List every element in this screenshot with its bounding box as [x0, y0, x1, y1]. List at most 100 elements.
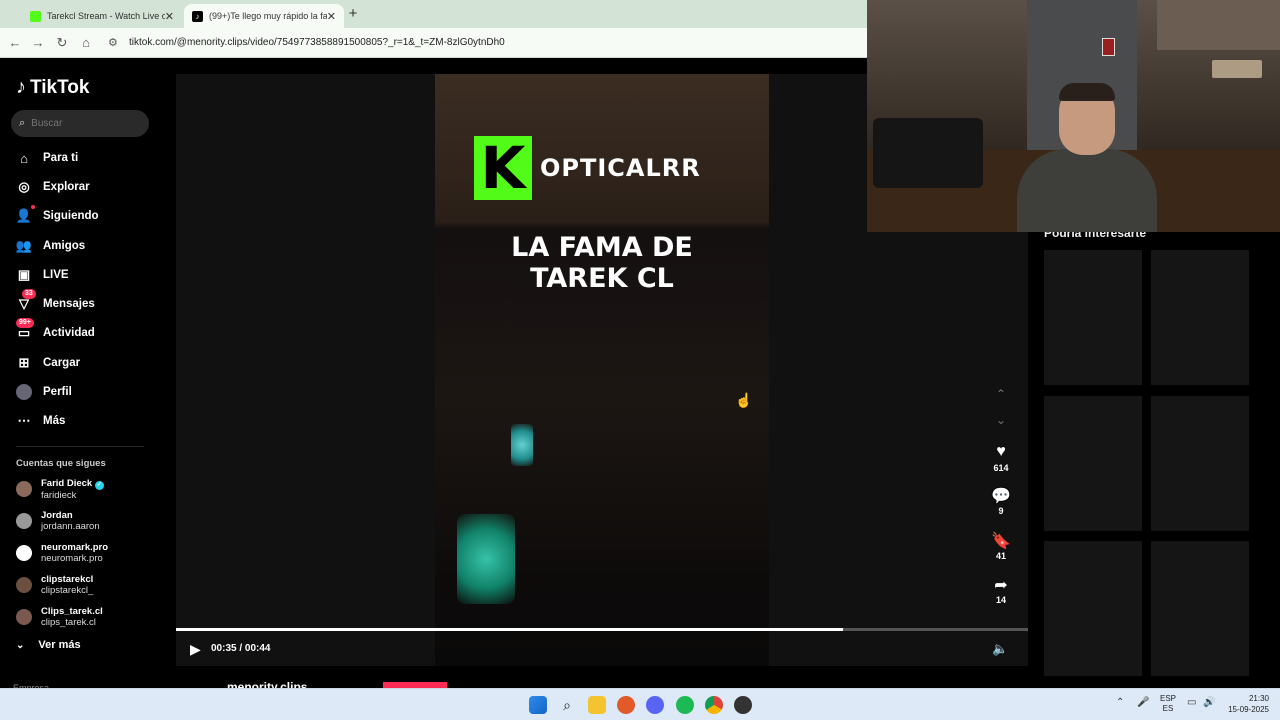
- progress-fill: [176, 628, 844, 631]
- recommendation-thumbnail[interactable]: [1151, 250, 1249, 385]
- brave-browser-icon[interactable]: [617, 696, 635, 714]
- browser-tab-kick[interactable]: Tarekcl Stream - Watch Live on ✕: [22, 4, 182, 28]
- close-tab-icon[interactable]: ✕: [327, 10, 336, 23]
- nav-live[interactable]: ▣ LIVE: [16, 264, 69, 286]
- nav-messages[interactable]: ▽ 33 Mensajes: [16, 289, 95, 315]
- sidebar-divider: [16, 446, 144, 447]
- wall-frame: [1102, 38, 1115, 56]
- address-bar: ← → ↻ ⌂ ⚙ tiktok.com/@menority.clips/vid…: [0, 28, 867, 58]
- video-frame[interactable]: K OPTICALRR LA FAMA DE TAREK CL ☝: [435, 74, 769, 666]
- search-icon[interactable]: ⌕: [558, 696, 576, 714]
- tiktok-logo[interactable]: ♪ TikTok: [16, 76, 89, 99]
- recommendation-thumbnail[interactable]: [1044, 396, 1142, 531]
- browser-tab-bar: Tarekcl Stream - Watch Live on ✕ ♪ (99+)…: [0, 0, 867, 28]
- home-icon[interactable]: ⌂: [78, 35, 94, 50]
- nav-following[interactable]: 👤 Siguiendo: [16, 205, 99, 227]
- comment-button[interactable]: 💬 9: [987, 486, 1015, 516]
- spotify-icon[interactable]: [676, 696, 694, 714]
- volume-icon[interactable]: 🔈: [992, 641, 1008, 657]
- recommendation-thumbnail[interactable]: [1044, 541, 1142, 676]
- friends-icon: 👥: [15, 238, 33, 253]
- browser-tab-tiktok[interactable]: ♪ (99+)Te llego muy rápido la fam ✕: [184, 4, 344, 28]
- more-icon: ⋯: [17, 413, 31, 428]
- avatar: [16, 513, 32, 529]
- compass-icon: ◎: [18, 179, 30, 194]
- avatar: [16, 481, 32, 497]
- forward-icon[interactable]: →: [30, 35, 46, 50]
- nav-label: Más: [43, 415, 66, 427]
- nav-more[interactable]: ⋯ Más: [16, 410, 66, 432]
- following-account[interactable]: Clips_tarek.cl clips_tarek.cl: [16, 604, 103, 630]
- reload-icon[interactable]: ↻: [54, 35, 70, 51]
- verified-icon: ✓: [94, 480, 104, 490]
- close-tab-icon[interactable]: ✕: [165, 10, 174, 23]
- url-field[interactable]: tiktok.com/@menority.clips/video/7549773…: [129, 37, 505, 48]
- language-indicator[interactable]: ESP ES: [1160, 694, 1176, 714]
- save-count: 41: [995, 551, 1006, 561]
- following-account[interactable]: clipstarekcl clipstarekcl_: [16, 572, 93, 598]
- play-icon[interactable]: ▶: [190, 641, 204, 657]
- nav-friends[interactable]: 👥 Amigos: [16, 235, 85, 257]
- nav-label: Para ti: [43, 152, 79, 164]
- share-icon: ➦: [994, 577, 1008, 594]
- logo-text: TikTok: [30, 76, 90, 98]
- chevron-up-icon[interactable]: ⌃: [1116, 697, 1124, 708]
- microphone-icon[interactable]: 🎤: [1137, 697, 1149, 708]
- nav-upload[interactable]: ⊞ Cargar: [16, 352, 81, 374]
- clock-date: 15-09-2025: [1228, 705, 1269, 714]
- streamer-body: [1017, 149, 1157, 232]
- account-username: neuromark.pro: [41, 553, 103, 564]
- avatar: [16, 577, 32, 593]
- share-button[interactable]: ➦ 14: [987, 575, 1015, 605]
- like-button[interactable]: ♥ 614: [987, 443, 1015, 473]
- system-clock[interactable]: 21:30 15-09-2025: [1227, 693, 1269, 715]
- nav-explore[interactable]: ◎ Explorar: [16, 176, 89, 198]
- account-username: faridieck: [41, 489, 77, 501]
- home-icon: ⌂: [20, 150, 28, 166]
- following-account[interactable]: neuromark.pro neuromark.pro: [16, 540, 108, 566]
- network-icon[interactable]: ▭: [1187, 697, 1196, 708]
- recommendation-thumbnail[interactable]: [1044, 250, 1142, 385]
- caption-line: TAREK CL: [530, 263, 674, 294]
- account-username: jordann.aaron: [41, 521, 100, 532]
- discord-icon[interactable]: [646, 696, 664, 714]
- following-account[interactable]: Farid Dieck ✓ faridieck: [16, 476, 104, 502]
- comment-count: 9: [998, 506, 1004, 516]
- recommendation-thumbnail[interactable]: [1151, 541, 1249, 676]
- back-icon[interactable]: ←: [7, 35, 23, 50]
- following-account[interactable]: Jordan jordann.aaron: [16, 508, 100, 534]
- windows-start-icon[interactable]: [529, 696, 547, 714]
- account-name: neuromark.pro: [41, 542, 109, 553]
- wall-shelf: [1157, 0, 1280, 50]
- chrome-icon[interactable]: [705, 696, 723, 714]
- next-video-icon[interactable]: ⌄: [994, 413, 1008, 427]
- obs-icon[interactable]: [734, 696, 752, 714]
- nav-for-you[interactable]: ⌂ Para ti: [16, 147, 78, 169]
- profile-icon: [16, 384, 32, 400]
- see-more-button[interactable]: ⌄ Ver más: [16, 639, 81, 651]
- new-tab-button[interactable]: +: [346, 5, 360, 22]
- account-name: clipstarekcl: [41, 574, 94, 585]
- search-input[interactable]: [31, 118, 132, 129]
- recommendation-thumbnail[interactable]: [1151, 396, 1249, 531]
- bookmark-icon: 🔖: [991, 533, 1011, 550]
- video-caption: LA FAMA DE TAREK CL: [435, 232, 769, 294]
- file-explorer-icon[interactable]: [588, 696, 606, 714]
- nav-profile[interactable]: Perfil: [16, 381, 72, 403]
- heart-icon: ♥: [996, 443, 1006, 460]
- site-info-icon[interactable]: ⚙: [108, 36, 118, 49]
- activity-badge: 99+: [16, 318, 34, 328]
- account-name: Clips_tarek.cl: [41, 606, 103, 617]
- tab-title: (99+)Te llego muy rápido la fam: [209, 11, 327, 21]
- nav-label: Perfil: [43, 386, 72, 398]
- video-brand-text: OPTICALRR: [540, 154, 701, 182]
- save-button[interactable]: 🔖 41: [987, 531, 1015, 561]
- cursor-icon: ☝: [735, 392, 753, 408]
- nav-activity[interactable]: ▭ 99+ Actividad: [16, 318, 95, 344]
- speaker-icon[interactable]: 🔊: [1203, 697, 1215, 708]
- webcam-overlay: [867, 0, 1280, 232]
- tab-title: Tarekcl Stream - Watch Live on: [47, 11, 165, 21]
- search-box[interactable]: ⌕: [11, 110, 149, 137]
- messages-icon: ▽ 33: [16, 289, 36, 312]
- previous-video-icon[interactable]: ⌃: [994, 387, 1008, 401]
